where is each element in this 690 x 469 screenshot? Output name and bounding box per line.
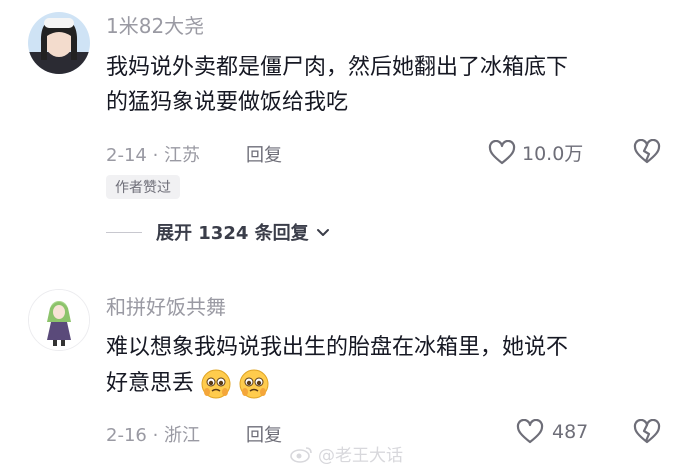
reply-button[interactable]: 回复: [246, 141, 282, 167]
dislike-button[interactable]: [633, 418, 661, 449]
comment-text: 的猛犸象说要做饭给我吃: [106, 90, 349, 115]
avatar[interactable]: [28, 12, 90, 74]
broken-heart-icon: [633, 418, 661, 444]
comment-date-location: 2-14 · 江苏: [106, 145, 201, 166]
author-liked-badge: 作者赞过: [106, 175, 180, 199]
comment-date-location: 2-16 · 浙江: [106, 425, 201, 446]
comment-username[interactable]: 1米82大尧: [106, 10, 204, 39]
comment-text: 难以想象我妈说我出生的胎盘在冰箱里，她说不: [106, 335, 569, 360]
divider: [106, 231, 142, 233]
heart-outline-icon: [488, 139, 516, 164]
heart-outline-icon: [516, 419, 544, 444]
like-button[interactable]: 487: [516, 419, 588, 445]
comment-text-line2: 好意思丢: [106, 366, 270, 401]
like-count: 10.0万: [522, 143, 584, 165]
like-button[interactable]: 10.0万: [488, 139, 583, 166]
chevron-down-icon: [316, 229, 329, 236]
watermark-text: @老王大话: [318, 446, 403, 466]
comment-text: 好意思丢: [106, 371, 195, 396]
watermark: @老王大话: [290, 441, 403, 466]
like-count: 487: [552, 421, 589, 443]
comment-username[interactable]: 和拼好饭共舞: [106, 291, 226, 320]
weibo-icon: [290, 446, 312, 463]
avatar[interactable]: [28, 289, 90, 351]
expand-replies-button[interactable]: 展开 1324 条回复: [106, 219, 331, 245]
comment-text: 我妈说外卖都是僵尸肉，然后她翻出了冰箱底下: [106, 55, 569, 80]
broken-heart-icon: [633, 138, 661, 164]
pleading-face-emoji: [239, 369, 269, 398]
expand-replies-label: 展开 1324 条回复: [156, 223, 309, 244]
reply-button[interactable]: 回复: [246, 421, 282, 447]
pleading-face-emoji: [201, 369, 231, 398]
dislike-button[interactable]: [633, 138, 661, 169]
